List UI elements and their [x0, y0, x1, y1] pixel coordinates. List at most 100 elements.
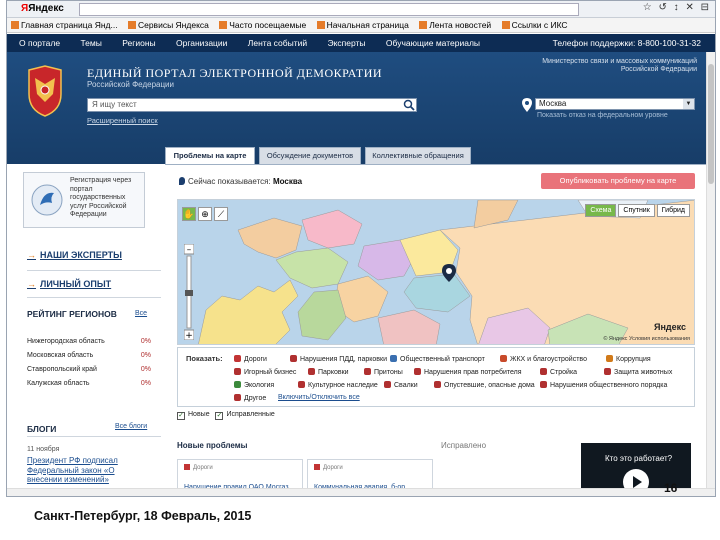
region-select[interactable]: Москва ▼ [535, 98, 695, 110]
legend-item[interactable]: Стройка [540, 368, 577, 376]
house-icon [434, 381, 441, 388]
blogs-all-link[interactable]: Все блоги [115, 423, 147, 430]
hand-tool-icon[interactable]: ✋ [182, 207, 196, 221]
browser-window: ЯЯндекс ☆ ↺ ↕ ✕ ⊟ Главная страница Янд..… [6, 0, 716, 497]
bookmark-item[interactable]: Часто посещаемые [219, 18, 306, 32]
legend-item[interactable]: Парковки [308, 368, 349, 376]
portal-subtitle: Российской Федерации [87, 80, 174, 89]
legend-item[interactable]: Игорный бизнес [234, 368, 296, 376]
bookmark-item[interactable]: Начальная страница [316, 18, 409, 32]
main-panel: Сейчас показывается: Москва Опубликовать… [165, 164, 709, 496]
rating-all-link[interactable]: Все [135, 310, 147, 317]
register-box[interactable]: Регистрация через портал государственных… [23, 172, 145, 228]
leaf-icon [234, 381, 241, 388]
url-field[interactable] [79, 3, 579, 16]
fixed-problems-title: Исправлено [441, 441, 487, 450]
rating-row[interactable]: Калужская область 0% [27, 380, 151, 387]
checkbox-new[interactable]: ✓ Новые [177, 411, 210, 420]
legend-item[interactable]: Защита животных [604, 368, 672, 376]
page-icon [11, 21, 19, 29]
bus-icon [390, 355, 397, 362]
legend-item[interactable]: Коррупция [606, 355, 651, 363]
new-problems-title: Новые проблемы [177, 441, 248, 450]
vertical-scrollbar[interactable] [706, 52, 715, 496]
browser-controls[interactable]: ☆ ↺ ↕ ✕ ⊟ [643, 2, 711, 13]
legend-item[interactable]: Нарушения общественного порядка [540, 381, 667, 389]
nav-item[interactable]: Эксперты [328, 34, 366, 52]
road-icon [314, 464, 320, 470]
legend-item[interactable]: Нарушения ПДД, парковки [290, 355, 387, 363]
portal-title: ЕДИНЫЙ ПОРТАЛ ЭЛЕКТРОННОЙ ДЕМОКРАТИИ [87, 66, 383, 80]
rating-row[interactable]: Московская область 0% [27, 352, 151, 359]
parking-icon [308, 368, 315, 375]
nav-item[interactable]: О портале [19, 34, 60, 52]
gosuslugi-icon [31, 184, 63, 216]
zoom-area-icon[interactable]: ⊕ [198, 207, 212, 221]
location-pin-icon [522, 98, 532, 112]
legend-show-label: Показать: [186, 354, 223, 363]
tab-problems-map[interactable]: Проблемы на карте [165, 147, 255, 165]
ruler-icon[interactable]: ⟋ [214, 207, 228, 221]
tab-documents[interactable]: Обсуждение документов [259, 147, 361, 164]
horizontal-scrollbar[interactable] [7, 488, 715, 496]
page-icon [316, 21, 325, 29]
map-type-satellite[interactable]: Спутник [618, 204, 655, 217]
search-icon[interactable] [403, 99, 415, 111]
rating-row[interactable]: Нижегородская область 0% [27, 338, 151, 345]
map-type-scheme[interactable]: Схема [585, 204, 617, 217]
consumer-icon [414, 368, 421, 375]
legend-item[interactable]: Свалки [384, 381, 418, 389]
legend-item[interactable]: Общественный транспорт [390, 355, 485, 363]
road-icon [234, 355, 241, 362]
blogs-title: БЛОГИ [27, 424, 57, 434]
nav-item[interactable]: Регионы [122, 34, 155, 52]
legend-item[interactable]: Притоны [364, 368, 403, 376]
experts-link[interactable]: → НАШИ ЭКСПЕРТЫ [27, 250, 122, 260]
map-marker-icon[interactable] [442, 264, 456, 282]
legend-item[interactable]: Экология [234, 381, 274, 389]
chevron-down-icon[interactable]: ▼ [683, 99, 694, 109]
checkbox-fixed[interactable]: ✓ Исправленные [215, 411, 275, 420]
scroll-thumb[interactable] [708, 64, 714, 184]
map-pin-icon [179, 177, 185, 185]
legend-item[interactable]: Культурное наследие [298, 381, 378, 389]
arrow-right-icon: → [27, 279, 36, 289]
tab-petitions[interactable]: Коллективные обращения [365, 147, 471, 164]
page-icon [501, 21, 510, 29]
experience-link[interactable]: → ЛИЧНЫЙ ОПЫТ [27, 279, 111, 289]
nav-item[interactable]: Организации [176, 34, 227, 52]
region-hint: Показать отказ на федеральном уровне [537, 112, 668, 119]
legend-item[interactable]: Нарушения прав потребителя [414, 368, 522, 376]
page-icon [219, 21, 228, 29]
bookmark-item[interactable]: Главная страница Янд... [11, 18, 118, 32]
zoom-slider[interactable]: – + [184, 244, 194, 340]
nav-item[interactable]: Лента событий [248, 34, 307, 52]
search-input[interactable]: Я ищу текст [87, 98, 417, 112]
toggle-all-link[interactable]: Включить/Отключить все [278, 394, 360, 401]
construction-icon [540, 368, 547, 375]
gambling-icon [234, 368, 241, 375]
nav-item[interactable]: Темы [80, 34, 101, 52]
current-location: Сейчас показывается: Москва [179, 177, 302, 186]
bookmark-item[interactable]: Ссылки с ИКС [501, 18, 568, 32]
legend-item[interactable]: ЖКХ и благоустройство [500, 355, 587, 363]
bookmark-item[interactable]: Лента новостей [419, 18, 491, 32]
legend-item[interactable]: Опустевшие, опасные дома [434, 381, 535, 389]
bookmark-item[interactable]: Сервисы Яндекса [127, 18, 209, 32]
problems-map[interactable]: ✋ ⊕ ⟋ Схема Спутник Гибрид – + Яндекс © Янде… [177, 199, 695, 345]
nav-item[interactable]: Обучающие материалы [386, 34, 480, 52]
map-copyright: © Яндекс Условия использования [603, 336, 690, 342]
legend-item[interactable]: Другое [234, 394, 266, 402]
blog-post-link[interactable]: Президент РФ подписал Федеральный закон … [27, 456, 137, 485]
rating-row[interactable]: Ставропольский край 0% [27, 366, 151, 373]
road-icon [184, 464, 190, 470]
slide-page-number: 16 [664, 481, 678, 495]
den-icon [364, 368, 371, 375]
problem-legend: Показать: Дороги Нарушения ПДД, парковки… [177, 347, 695, 407]
legend-item[interactable]: Дороги [234, 355, 267, 363]
slide-footer: Санкт-Петербург, 18 Февраль, 2015 [34, 509, 252, 523]
map-type-hybrid[interactable]: Гибрид [656, 204, 690, 217]
report-problem-button[interactable]: Опубликовать проблему на карте [541, 173, 695, 189]
blog-date: 11 ноября [27, 446, 60, 453]
advanced-search-link[interactable]: Расширенный поиск [87, 116, 158, 125]
